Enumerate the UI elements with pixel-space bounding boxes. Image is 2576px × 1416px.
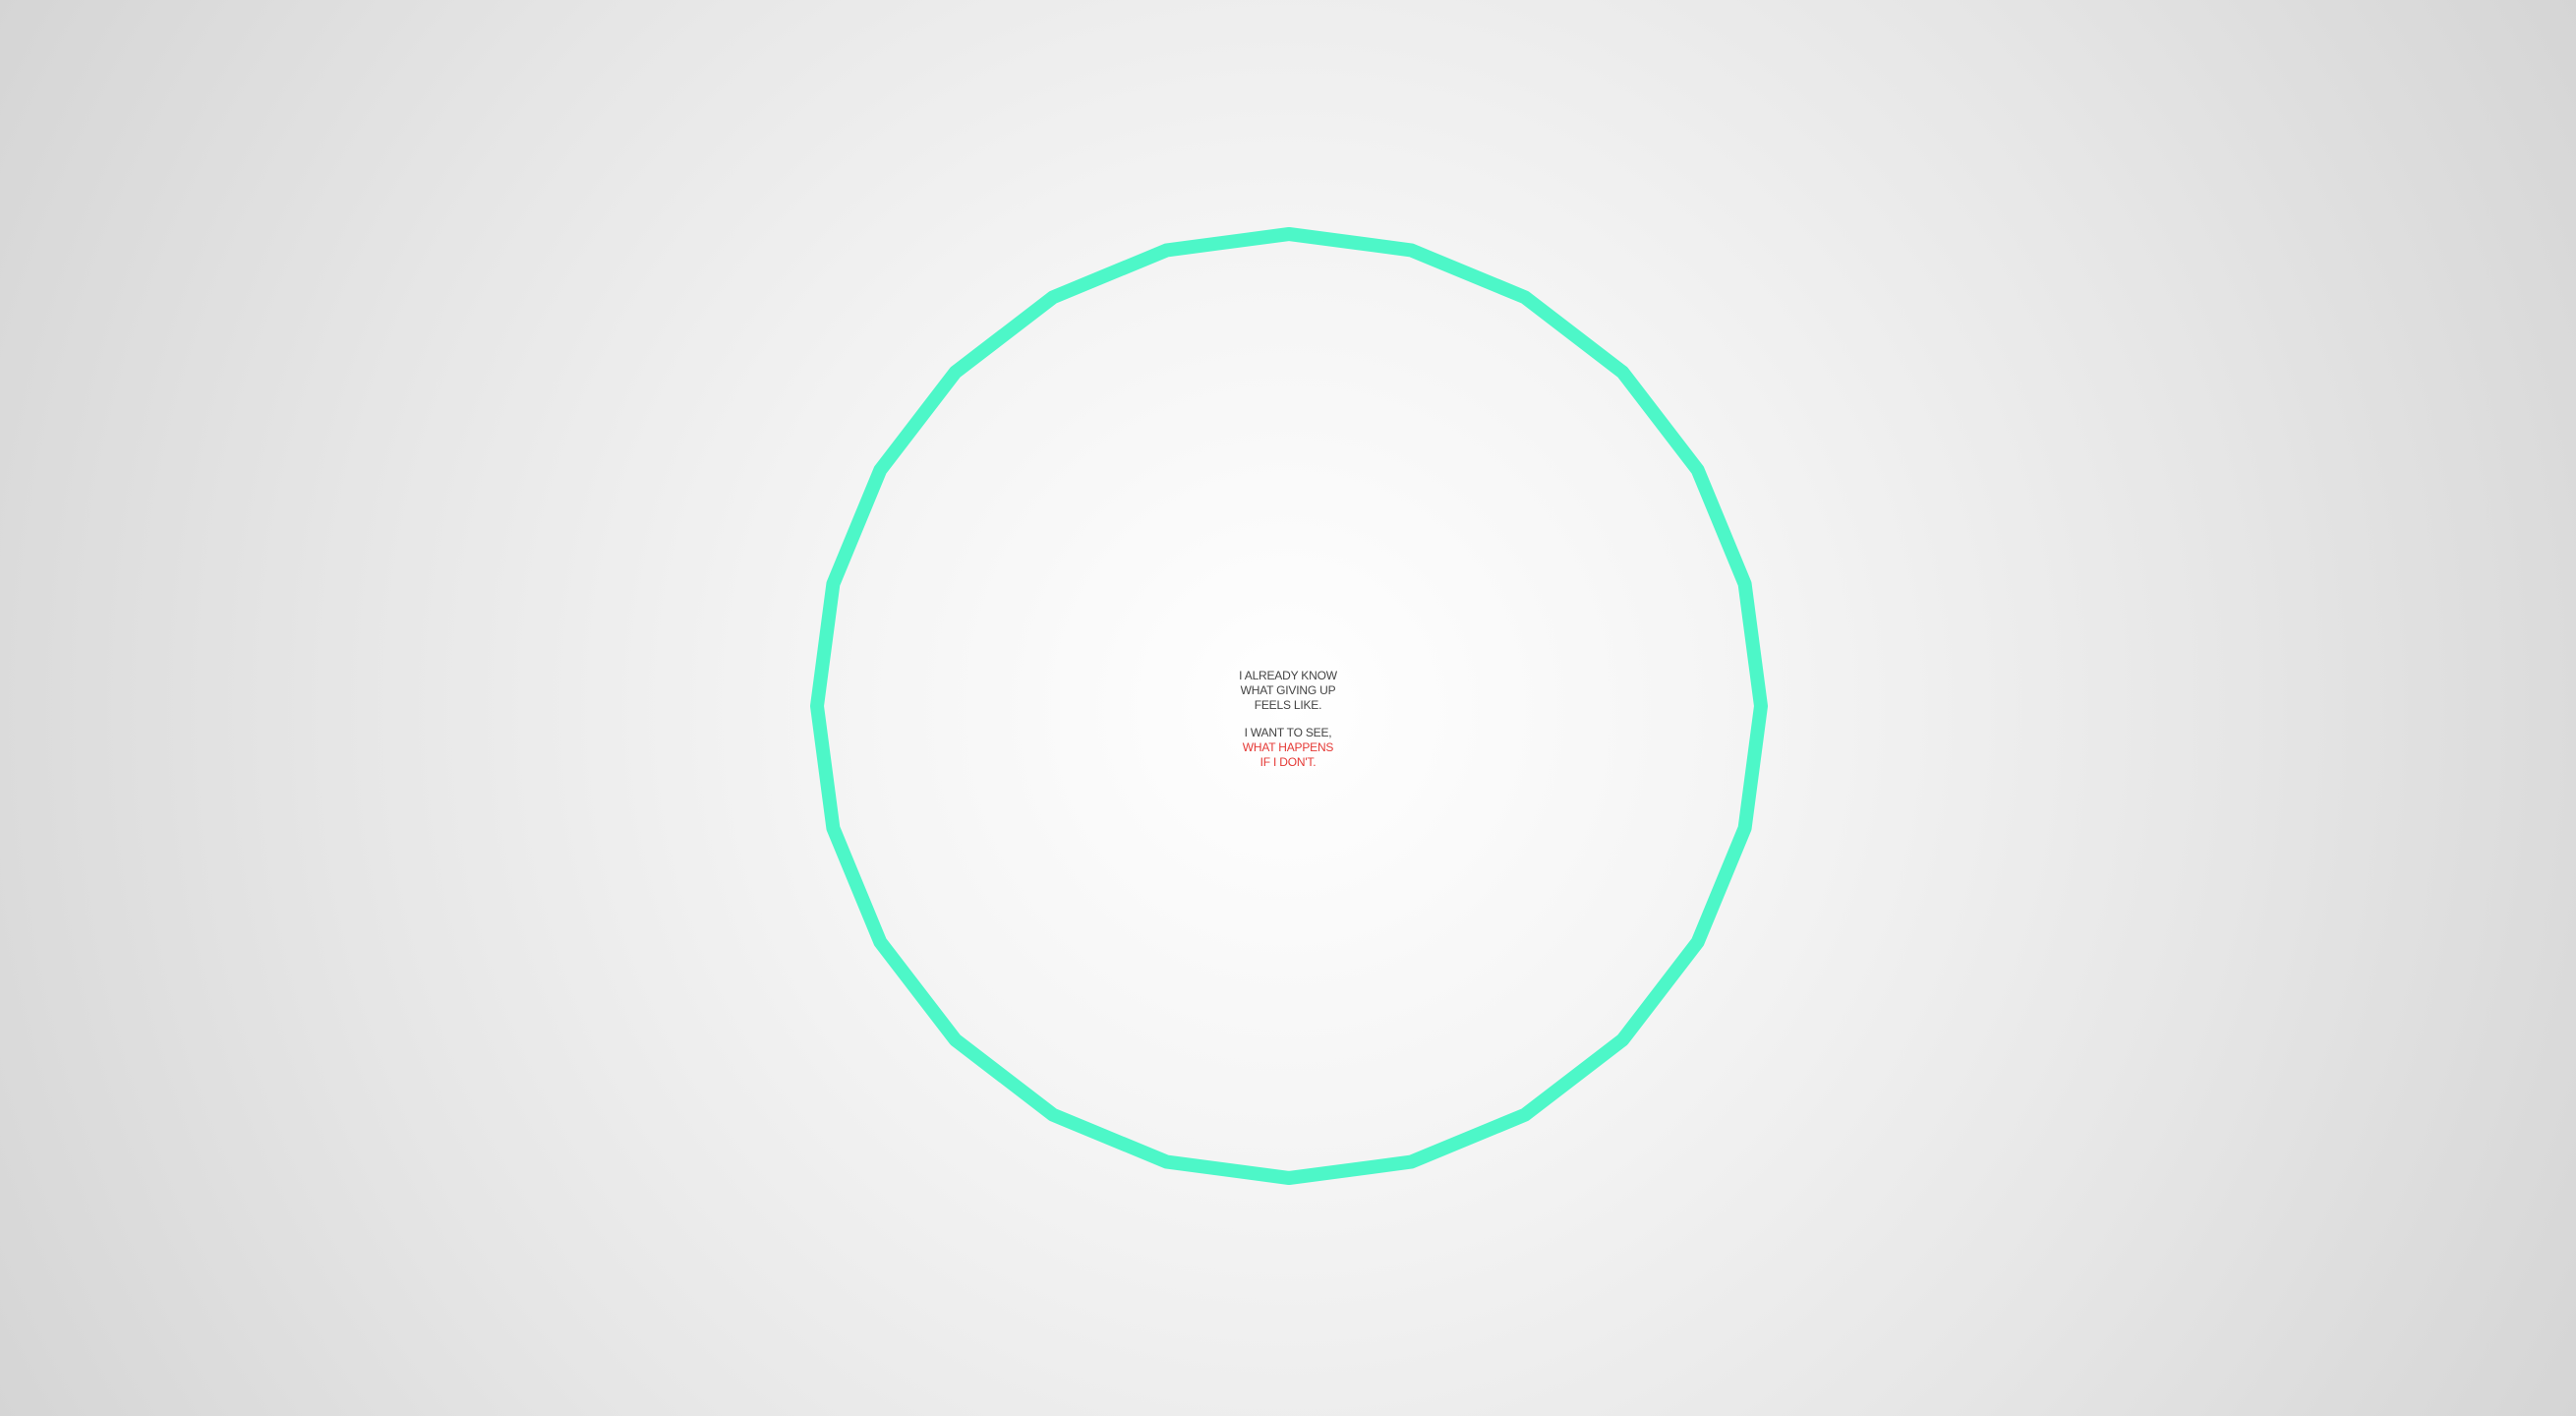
message-line-2: WHAT GIVING UP (1240, 683, 1336, 697)
message-spacer (1190, 713, 1386, 726)
message-line-1: I ALREADY KNOW (1239, 669, 1337, 682)
message-line-3: FEELS LIKE. (1254, 698, 1322, 712)
message-accent-line-2: IF I DON'T. (1259, 755, 1317, 769)
stage: I ALREADY KNOW WHAT GIVING UP FEELS LIKE… (0, 0, 2576, 1416)
message-accent-line-1: WHAT HAPPENS (1242, 740, 1334, 754)
message-line-4: I WANT TO SEE, (1244, 726, 1332, 739)
center-message: I ALREADY KNOW WHAT GIVING UP FEELS LIKE… (1190, 669, 1386, 770)
